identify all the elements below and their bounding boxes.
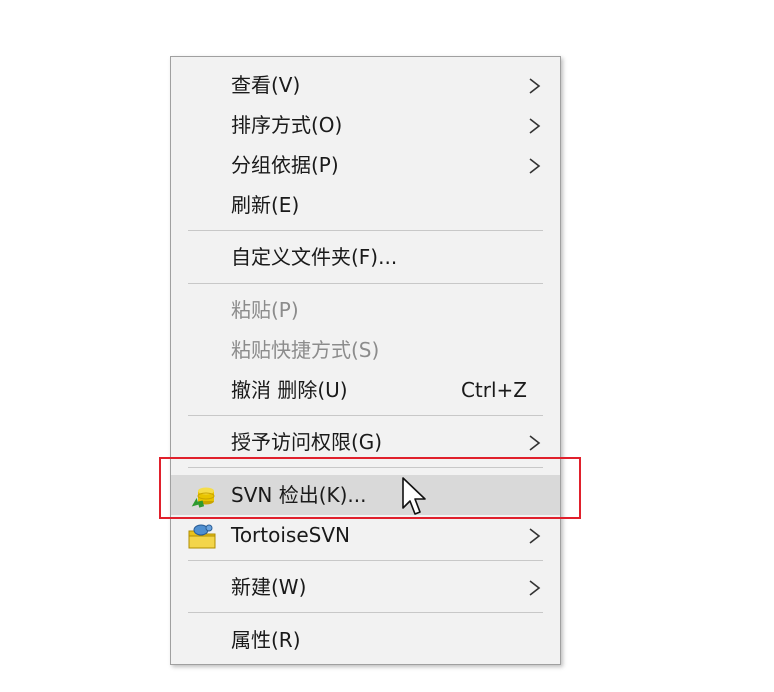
chevron-right-icon [529, 158, 541, 174]
menu-item-label: 新建(W) [231, 575, 307, 599]
menu-item-label: 粘贴快捷方式(S) [231, 338, 380, 362]
menu-item-label: 分组依据(P) [231, 153, 339, 177]
menu-separator [188, 612, 543, 613]
menu-item-grant-access[interactable]: 授予访问权限(G) [171, 422, 560, 462]
tortoisesvn-icon [188, 524, 216, 549]
desktop-context-menu: 查看(V) 排序方式(O) 分组依据(P) 刷新(E) 自定义文件夹(F)...… [170, 56, 561, 665]
menu-item-sort-by[interactable]: 排序方式(O) [171, 105, 560, 145]
menu-item-group-by[interactable]: 分组依据(P) [171, 145, 560, 185]
menu-item-paste-shortcut[interactable]: 粘贴快捷方式(S) [171, 330, 560, 370]
menu-item-properties[interactable]: 属性(R) [171, 620, 560, 660]
menu-item-label: 查看(V) [231, 73, 301, 97]
chevron-right-icon [529, 528, 541, 544]
menu-separator [188, 283, 543, 284]
menu-item-label: TortoiseSVN [231, 523, 350, 547]
chevron-right-icon [529, 435, 541, 451]
mouse-pointer-icon [402, 477, 426, 515]
menu-item-label: 属性(R) [231, 628, 301, 652]
menu-item-undo-delete[interactable]: 撤消 删除(U) Ctrl+Z [171, 370, 560, 410]
menu-item-paste[interactable]: 粘贴(P) [171, 290, 560, 330]
menu-item-view[interactable]: 查看(V) [171, 65, 560, 105]
menu-item-label: 撤消 删除(U) [231, 378, 348, 402]
menu-item-label: 刷新(E) [231, 193, 300, 217]
menu-separator [188, 560, 543, 561]
menu-separator [188, 230, 543, 231]
menu-separator [188, 415, 543, 416]
menu-item-label: 粘贴(P) [231, 298, 299, 322]
menu-item-tortoisesvn[interactable]: TortoiseSVN [171, 515, 560, 555]
menu-item-label: 授予访问权限(G) [231, 430, 383, 454]
chevron-right-icon [529, 118, 541, 134]
chevron-right-icon [529, 580, 541, 596]
menu-item-label: 排序方式(O) [231, 113, 343, 137]
menu-item-new[interactable]: 新建(W) [171, 567, 560, 607]
shortcut-label: Ctrl+Z [460, 378, 527, 402]
menu-item-customize-folder[interactable]: 自定义文件夹(F)... [171, 237, 560, 277]
menu-item-refresh[interactable]: 刷新(E) [171, 185, 560, 225]
annotation-highlight-box [159, 457, 581, 519]
menu-item-label: 自定义文件夹(F)... [231, 245, 398, 269]
chevron-right-icon [529, 78, 541, 94]
